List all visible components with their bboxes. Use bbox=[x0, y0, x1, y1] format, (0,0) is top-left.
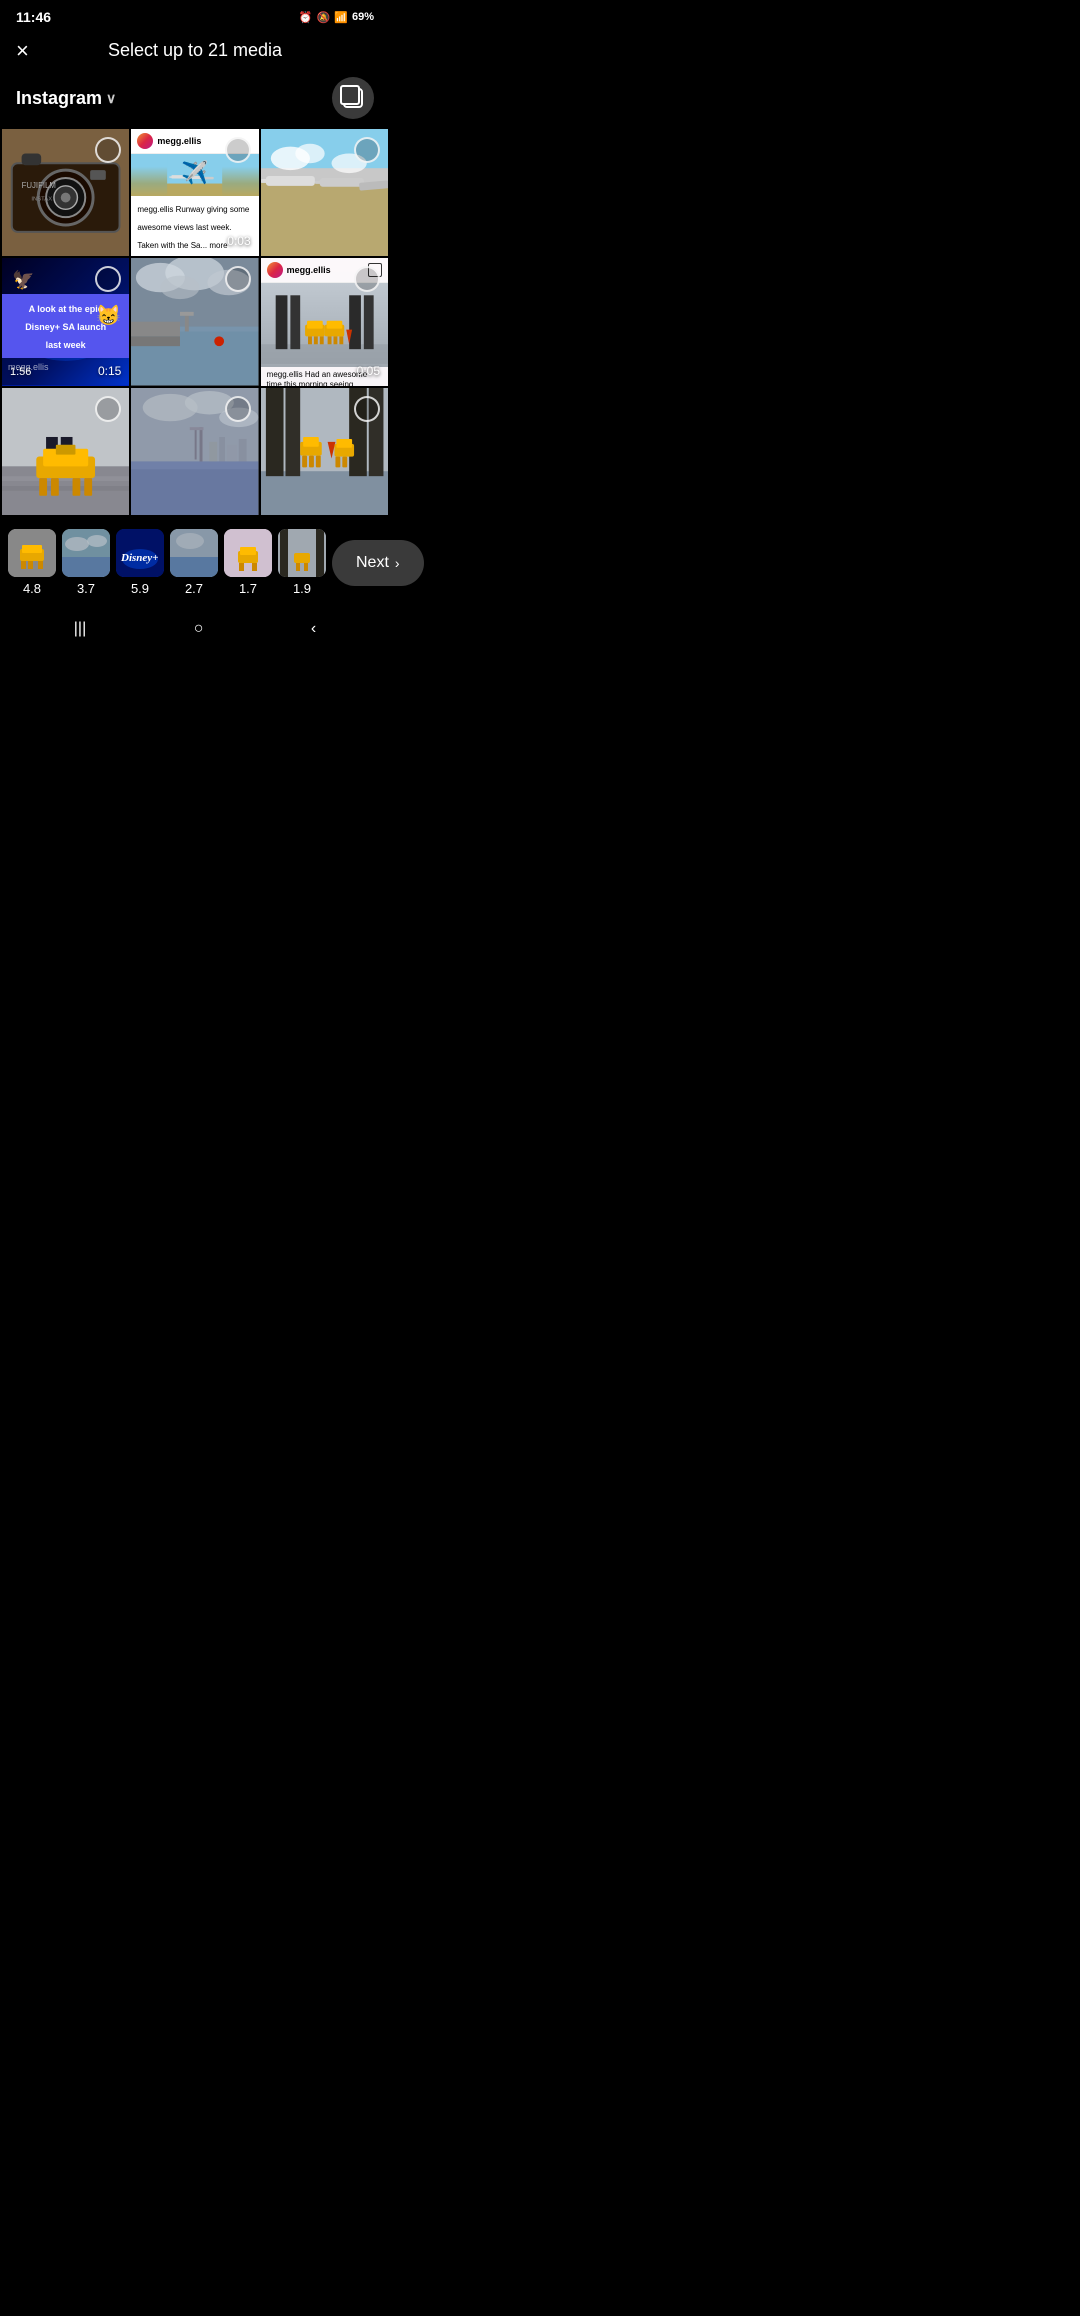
thumb-label-4: 2.7 bbox=[185, 581, 203, 596]
robot-post-username: megg.ellis bbox=[287, 265, 331, 275]
robot-scene-svg bbox=[261, 283, 388, 366]
thumb-img-3: Disney+ bbox=[116, 529, 164, 577]
source-label: Instagram bbox=[16, 88, 102, 109]
media-cell-airplane-post[interactable]: megg.ellis ✈️ megg.ellis Ru bbox=[131, 129, 258, 256]
select-circle-airplane-post[interactable] bbox=[225, 137, 251, 163]
back-button[interactable]: ‹ bbox=[299, 616, 328, 642]
duration-robot: 0:05 bbox=[357, 364, 380, 378]
thumb-img-6 bbox=[278, 529, 326, 577]
next-label: Next bbox=[356, 554, 389, 572]
media-cell-disney[interactable]: Disney + A look at the epicDisney+ SA la… bbox=[2, 258, 129, 385]
select-circle-robot-dog[interactable] bbox=[95, 396, 121, 422]
thumb-label-3: 5.9 bbox=[131, 581, 149, 596]
select-circle-airport[interactable] bbox=[354, 137, 380, 163]
status-time: 11:46 bbox=[16, 9, 51, 25]
thumb-label-2: 3.7 bbox=[77, 581, 95, 596]
thumb-img-1 bbox=[8, 529, 56, 577]
thumb-label-5: 1.7 bbox=[239, 581, 257, 596]
thumbnail-5[interactable]: 1.7 bbox=[224, 529, 272, 596]
svg-text:INSTAX: INSTAX bbox=[31, 196, 52, 202]
media-cell-robot-post[interactable]: megg.ellis bbox=[261, 258, 388, 385]
select-circle-harbor[interactable] bbox=[225, 266, 251, 292]
header: × Select up to 21 media bbox=[0, 30, 390, 69]
cat-emoji: 😸 bbox=[96, 303, 121, 328]
home-icon: ○ bbox=[194, 620, 204, 637]
select-circle-harbor2[interactable] bbox=[225, 396, 251, 422]
media-cell-statue-robot[interactable] bbox=[261, 388, 388, 515]
thumb-label-6: 1.9 bbox=[293, 581, 311, 596]
thumbnail-6[interactable]: 1.9 bbox=[278, 529, 326, 596]
close-button[interactable]: × bbox=[16, 40, 29, 62]
duration-airplane: 0:03 bbox=[227, 234, 250, 248]
media-cell-harbor2[interactable] bbox=[131, 388, 258, 515]
media-cell-airport[interactable] bbox=[261, 129, 388, 256]
thumbnail-4[interactable]: 2.7 bbox=[170, 529, 218, 596]
status-icons: ⏰ 🔕 📶 69% bbox=[299, 11, 374, 24]
menu-button[interactable]: ||| bbox=[62, 616, 98, 642]
thumbnail-1[interactable]: 4.8 bbox=[8, 529, 56, 596]
bird-emoji: 🦅 bbox=[12, 270, 34, 291]
multi-select-icon bbox=[343, 88, 363, 108]
multi-select-button[interactable] bbox=[332, 77, 374, 119]
insta-post-username: megg.ellis bbox=[157, 136, 201, 146]
next-chevron-icon: › bbox=[395, 555, 400, 571]
source-selector-button[interactable]: Instagram ∨ bbox=[16, 88, 116, 109]
svg-text:FUJIFILM: FUJIFILM bbox=[22, 181, 56, 190]
home-button[interactable]: ○ bbox=[182, 616, 216, 642]
chevron-down-icon: ∨ bbox=[106, 90, 116, 107]
battery-text: 69% bbox=[352, 11, 374, 23]
source-bar: Instagram ∨ bbox=[0, 69, 390, 129]
mute-icon: 🔕 bbox=[317, 11, 331, 24]
thumbnail-2[interactable]: 3.7 bbox=[62, 529, 110, 596]
media-cell-robot-dog[interactable] bbox=[2, 388, 129, 515]
bottom-nav: ||| ○ ‹ bbox=[0, 606, 390, 658]
media-grid: FUJIFILM INSTAX megg.ellis bbox=[0, 129, 390, 515]
thumbnails-bar: 4.8 3.7 Disney+ 5.9 bbox=[0, 519, 390, 606]
thumb-img-5 bbox=[224, 529, 272, 577]
header-title: Select up to 21 media bbox=[108, 40, 282, 61]
thumb-label-1: 4.8 bbox=[23, 581, 41, 596]
wifi-icon: 📶 bbox=[334, 11, 348, 24]
back-icon: ‹ bbox=[311, 620, 316, 637]
next-button[interactable]: Next › bbox=[332, 540, 424, 586]
svg-text:Disney+: Disney+ bbox=[120, 552, 158, 564]
duration-disney: 0:15 bbox=[98, 364, 121, 378]
media-cell-camera[interactable]: FUJIFILM INSTAX bbox=[2, 129, 129, 256]
select-circle-statue-robot[interactable] bbox=[354, 396, 380, 422]
menu-icon: ||| bbox=[74, 620, 86, 637]
thumb-img-4 bbox=[170, 529, 218, 577]
status-bar: 11:46 ⏰ 🔕 📶 69% bbox=[0, 0, 390, 30]
thumb-img-2 bbox=[62, 529, 110, 577]
alarm-icon: ⏰ bbox=[299, 11, 313, 24]
video-time-disney: 1:56 bbox=[10, 366, 31, 378]
media-cell-harbor[interactable] bbox=[131, 258, 258, 385]
thumbnail-3[interactable]: Disney+ 5.9 bbox=[116, 529, 164, 596]
